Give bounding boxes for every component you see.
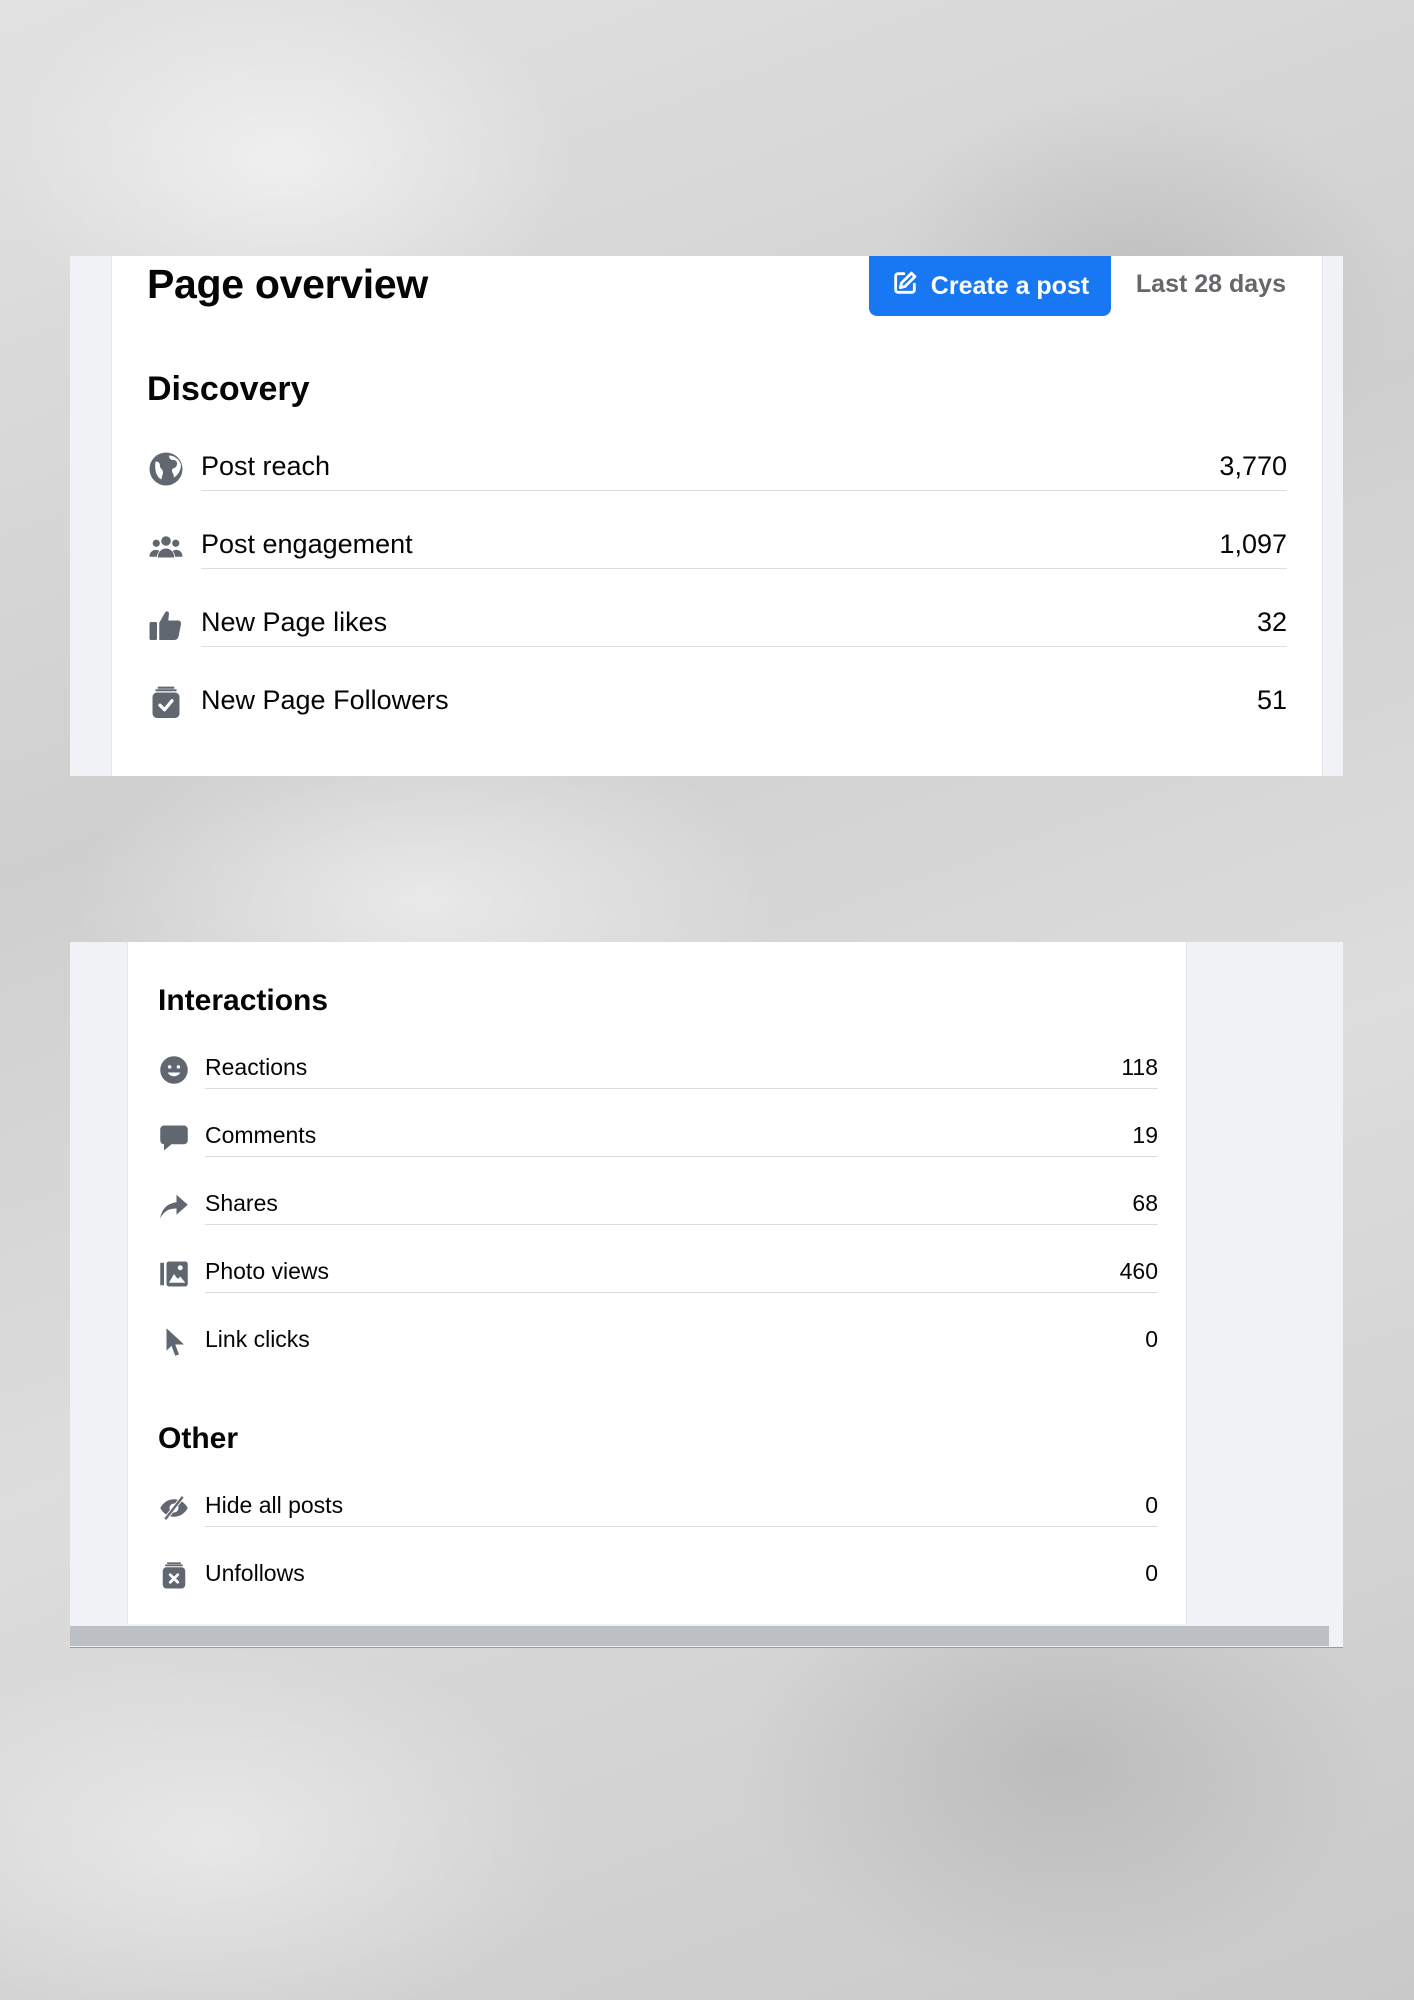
metric-label: Post reach xyxy=(201,450,331,481)
metric-row-photo-views: Photo views 460 xyxy=(158,1252,1158,1296)
metric-label: Comments xyxy=(205,1121,317,1148)
metric-label: Hide all posts xyxy=(205,1491,344,1518)
create-post-button[interactable]: Create a post xyxy=(869,256,1111,316)
people-icon xyxy=(147,528,185,566)
metric-value: 0 xyxy=(1145,1325,1158,1352)
metric-value: 118 xyxy=(1121,1053,1158,1080)
metric-row-comments: Comments 19 xyxy=(158,1116,1158,1160)
globe-icon xyxy=(147,450,185,488)
metric-label: New Page Followers xyxy=(201,684,449,715)
other-section-title: Other xyxy=(158,1422,239,1455)
divider xyxy=(201,646,1287,647)
metric-row-reactions: Reactions 118 xyxy=(158,1048,1158,1092)
hidden-eye-icon xyxy=(158,1492,190,1524)
metric-value: 51 xyxy=(1256,684,1287,715)
divider xyxy=(205,1156,1158,1157)
metric-label: Post engagement xyxy=(201,528,413,559)
create-post-label: Create a post xyxy=(930,271,1090,300)
metric-label: Photo views xyxy=(205,1257,330,1284)
metric-row-new-page-likes: New Page likes 32 xyxy=(147,600,1287,650)
page-overview-panel: Page overview Create a post Last 28 days… xyxy=(70,256,1343,776)
metric-row-hide-all-posts: Hide all posts 0 xyxy=(158,1486,1158,1530)
divider xyxy=(205,1088,1158,1089)
metric-label: Link clicks xyxy=(205,1325,310,1352)
cursor-icon xyxy=(158,1326,190,1358)
metric-row-new-page-followers: New Page Followers 51 xyxy=(147,678,1287,728)
discovery-section-title: Discovery xyxy=(147,370,310,408)
metric-value: 68 xyxy=(1132,1189,1158,1216)
divider xyxy=(201,490,1287,491)
metric-value: 3,770 xyxy=(1219,450,1287,481)
date-range-selector[interactable]: Last 28 days xyxy=(1136,270,1286,299)
photo-icon xyxy=(158,1258,190,1290)
comment-icon xyxy=(158,1122,190,1154)
metric-label: New Page likes xyxy=(201,606,388,637)
metric-label: Unfollows xyxy=(205,1559,305,1586)
metric-value: 460 xyxy=(1119,1257,1158,1284)
smile-icon xyxy=(158,1054,190,1086)
metric-value: 1,097 xyxy=(1219,528,1287,559)
horizontal-scrollbar[interactable] xyxy=(70,1626,1329,1646)
metric-label: Reactions xyxy=(205,1053,308,1080)
divider xyxy=(205,1224,1158,1225)
divider xyxy=(201,568,1287,569)
metric-row-unfollows: Unfollows 0 xyxy=(158,1554,1158,1598)
metric-row-shares: Shares 68 xyxy=(158,1184,1158,1228)
thumbs-up-icon xyxy=(147,606,185,644)
metric-value: 0 xyxy=(1145,1491,1158,1518)
divider xyxy=(205,1526,1158,1527)
share-icon xyxy=(158,1190,190,1222)
metric-value: 0 xyxy=(1145,1559,1158,1586)
metric-row-link-clicks: Link clicks 0 xyxy=(158,1320,1158,1364)
interactions-panel: Interactions Reactions 118 Comments 19 S… xyxy=(70,942,1343,1648)
metric-label: Shares xyxy=(205,1189,278,1216)
metric-value: 32 xyxy=(1256,606,1287,637)
page-title: Page overview xyxy=(147,261,428,307)
follow-check-icon xyxy=(147,684,185,722)
divider xyxy=(205,1292,1158,1293)
metric-value: 19 xyxy=(1132,1121,1158,1148)
page-overview-card: Page overview Create a post Last 28 days… xyxy=(111,256,1323,776)
unfollow-x-icon xyxy=(158,1560,190,1592)
divider xyxy=(70,1647,1343,1648)
metric-row-post-engagement: Post engagement 1,097 xyxy=(147,522,1287,572)
interactions-section-title: Interactions xyxy=(158,984,329,1017)
metric-row-post-reach: Post reach 3,770 xyxy=(147,444,1287,494)
interactions-card: Interactions Reactions 118 Comments 19 S… xyxy=(127,942,1187,1624)
edit-icon xyxy=(891,269,919,304)
